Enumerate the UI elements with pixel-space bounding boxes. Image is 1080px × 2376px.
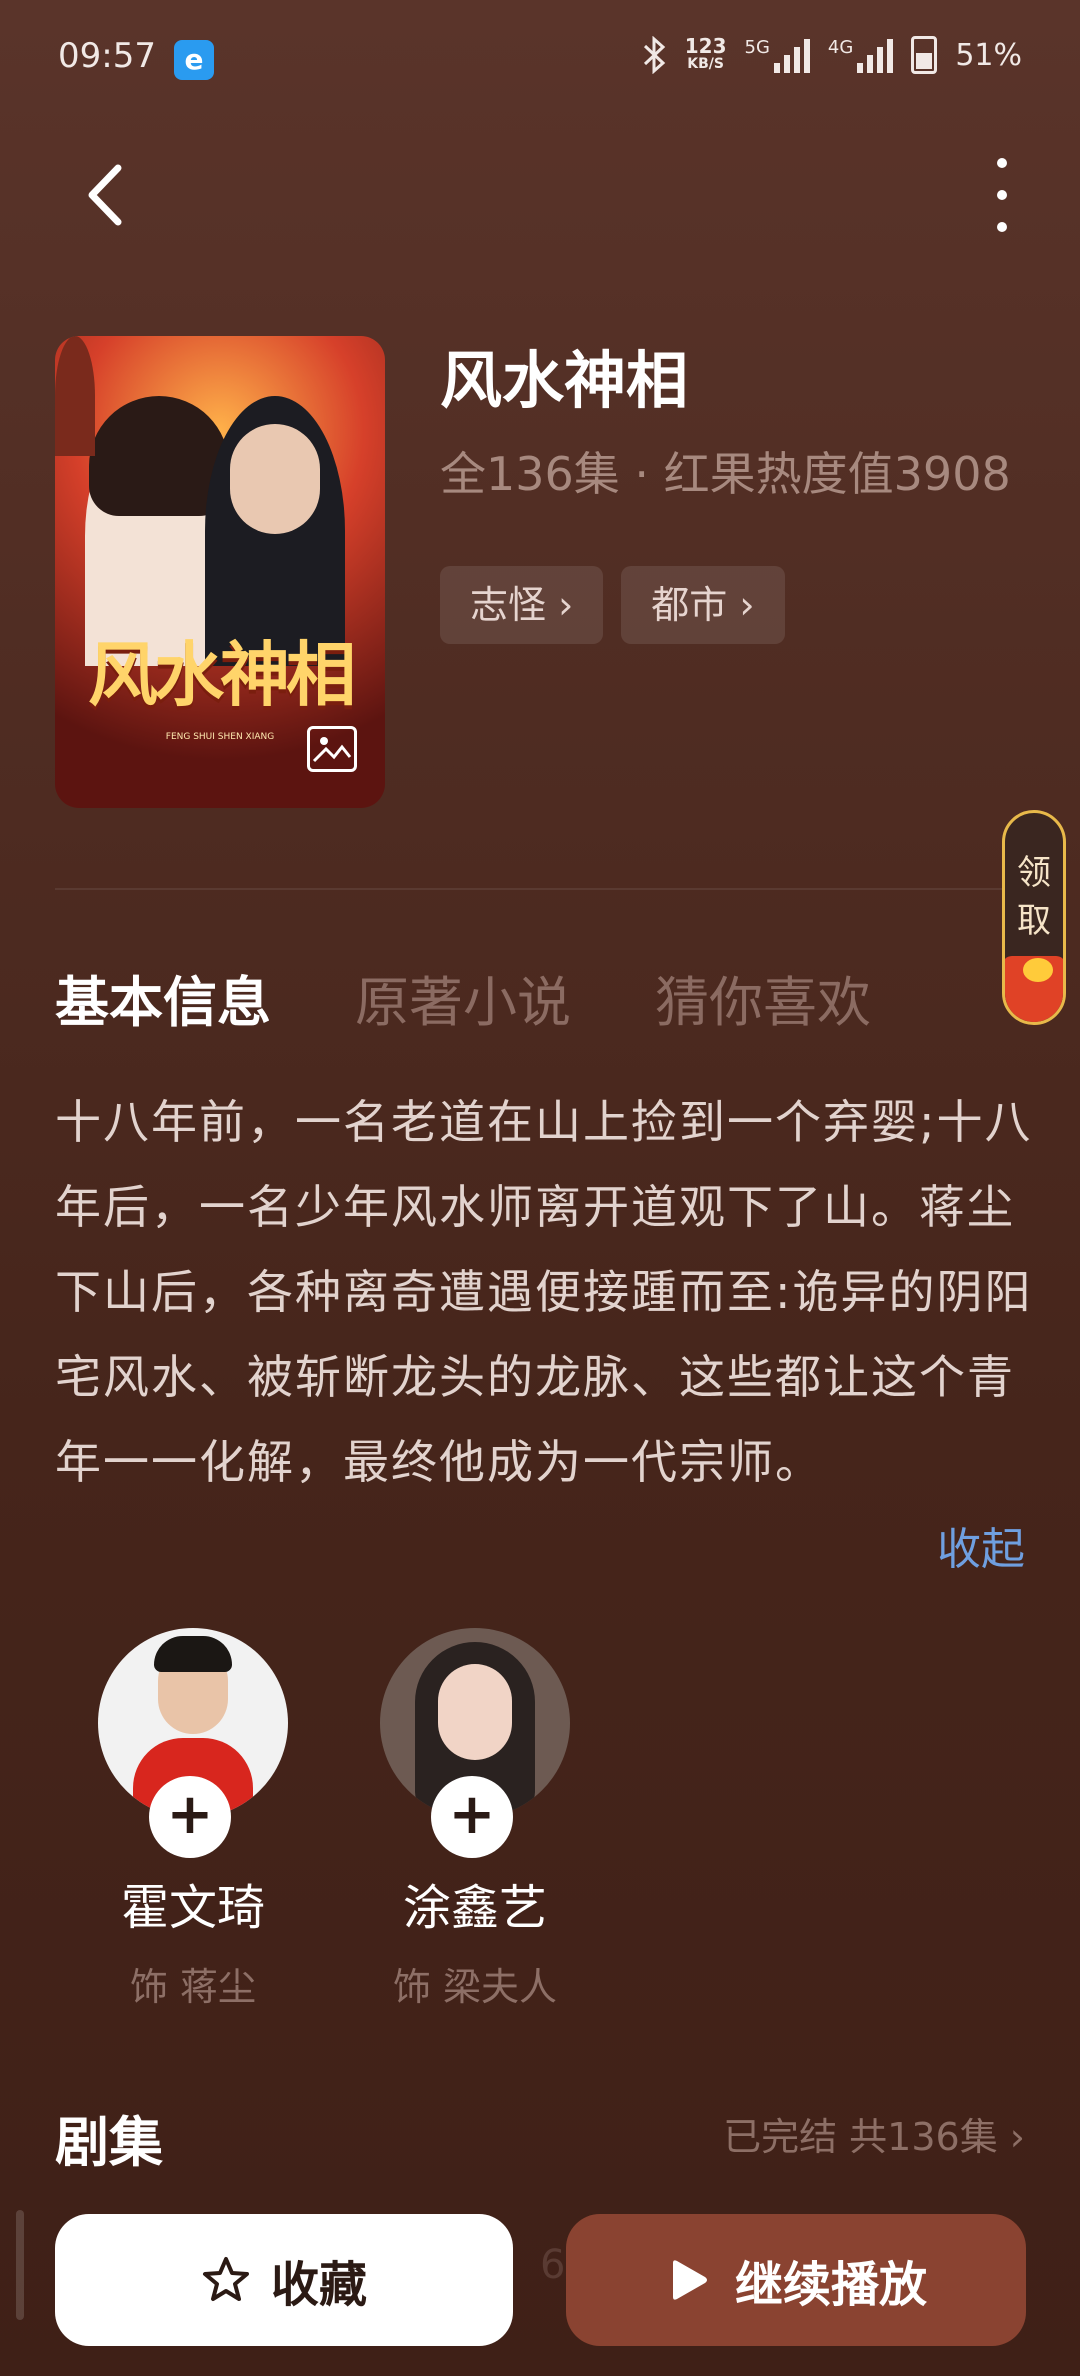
episode-number-hint: 6 [540,2242,566,2288]
reward-label: 领 取 [1017,853,1051,941]
status-bar: 09:57 e 123 KB/S 5G 4G 51% [0,0,1080,110]
drama-meta: 全136集 · 红果热度值3908 [440,447,1011,501]
episodes-link[interactable]: 已完结 共136集 › [723,2106,1025,2161]
continue-play-button[interactable]: 继续播放 [566,2214,1026,2346]
tag-button[interactable]: 都市 › [621,566,785,644]
battery-percent: 51% [955,37,1022,73]
reward-widget[interactable]: 领 取 [1002,810,1066,1025]
drama-poster[interactable]: 风水神相 FENG SHUI SHEN XIANG [55,336,385,808]
follow-button[interactable]: + [431,1776,513,1858]
genre-tags: 志怪 › 都市 › [440,566,785,644]
cast-name: 霍文琦 [120,1880,265,1936]
signal-5g-icon: 5G [745,37,810,73]
more-dot-icon [997,222,1007,232]
collect-label: 收藏 [270,2257,367,2313]
cast-item[interactable]: + 涂鑫艺 饰 梁夫人 [380,1628,570,2011]
coin-icon [1023,958,1053,982]
more-dot-icon [997,190,1007,200]
star-icon [202,2257,249,2301]
episodes-title: 剧集 [55,2111,163,2174]
more-options-button[interactable] [982,158,1022,232]
tab-basic-info[interactable]: 基本信息 [55,958,271,1037]
cast-role: 饰 梁夫人 [392,1965,558,2009]
back-button[interactable] [80,160,140,230]
status-icons: 123 KB/S 5G 4G 51% [643,36,1022,74]
divider [55,888,1025,890]
gallery-icon[interactable] [307,726,357,772]
net-speed: 123 KB/S [684,34,727,72]
more-dot-icon [997,158,1007,168]
bluetooth-icon [643,36,665,74]
poster-title: 风水神相 [88,633,356,716]
drama-title: 风水神相 [440,344,689,417]
drama-description: 十八年前，一名老道在山上捡到一个弃婴;十八年后，一名少年风水师离开道观下了山。蒋… [55,1095,1033,1489]
app-notification-icon: e [174,40,214,80]
collect-button[interactable]: 收藏 [55,2214,513,2346]
bottom-action-bar: 6 收藏 继续播放 [0,2190,1080,2376]
play-icon [672,2260,707,2300]
detail-tabs: 基本信息 原著小说 猜你喜欢 [55,958,871,1037]
poster-actor-face [230,424,320,534]
follow-button[interactable]: + [149,1776,231,1858]
cast-role: 饰 蒋尘 [129,1965,257,2009]
cast-name: 涂鑫艺 [402,1880,547,1936]
status-time: 09:57 [58,36,156,76]
cast-item[interactable]: + 霍文琦 饰 蒋尘 [98,1628,288,2011]
play-label: 继续播放 [734,2257,927,2313]
signal-4g-icon: 4G [828,37,894,73]
chevron-left-icon [88,164,122,226]
tab-recommendations[interactable]: 猜你喜欢 [655,958,871,1037]
tab-original-novel[interactable]: 原著小说 [355,958,571,1037]
cast-list: + 霍文琦 饰 蒋尘 + 涂鑫艺 饰 梁夫人 [98,1628,570,2011]
battery-icon [911,36,938,74]
tag-button[interactable]: 志怪 › [440,566,604,644]
collapse-button[interactable]: 收起 [937,1513,1025,1577]
